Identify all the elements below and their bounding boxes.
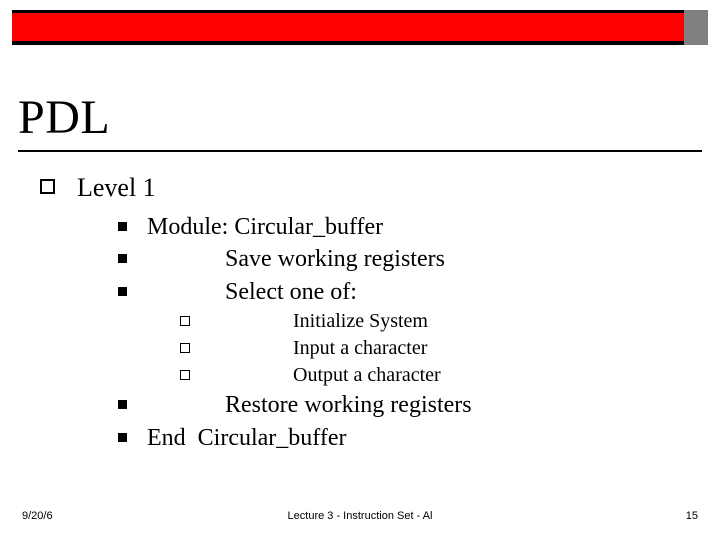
list-item: Save working registers [118,243,700,275]
list-item: Module: Circular_buffer [118,211,700,243]
list-item: Initialize System [180,308,700,335]
list-item: Output a character [180,362,700,389]
list-item: Input a character [180,335,700,362]
square-fill-bullet-icon [118,287,127,296]
square-fill-bullet-icon [118,254,127,263]
slide-footer: 9/20/6 Lecture 3 - Instruction Set - Al … [0,510,720,526]
item-text: Save working registers [147,243,445,275]
item-text: Restore working registers [147,389,472,421]
header-bar [12,10,708,45]
square-open-small-bullet-icon [180,316,190,326]
subitem-text: Output a character [208,362,441,389]
square-open-bullet-icon [40,179,55,194]
square-fill-bullet-icon [118,400,127,409]
item-text: End Circular_buffer [147,422,347,454]
footer-date: 9/20/6 [22,510,53,522]
item-text: Module: Circular_buffer [147,211,383,243]
slide-title: PDL [18,90,110,145]
title-underline [18,150,702,152]
subitem-text: Initialize System [208,308,428,335]
square-open-small-bullet-icon [180,343,190,353]
item-text: Select one of: [147,276,357,308]
footer-lecture: Lecture 3 - Instruction Set - Al [288,510,433,522]
subitem-text: Input a character [208,335,427,362]
square-fill-bullet-icon [118,222,127,231]
list-item: Select one of: [118,276,700,308]
list-item: Restore working registers [118,389,700,421]
square-open-small-bullet-icon [180,370,190,380]
list-item: End Circular_buffer [118,422,700,454]
level1-label: Level 1 [77,170,156,205]
slide-body: Level 1 Module: Circular_buffer Save wor… [40,170,700,454]
list-item: Level 1 [40,170,700,205]
square-fill-bullet-icon [118,433,127,442]
footer-page-number: 15 [686,510,698,522]
